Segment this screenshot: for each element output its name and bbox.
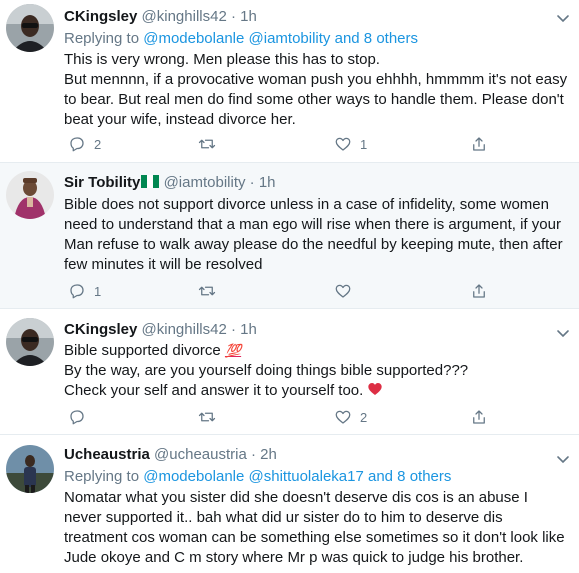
timestamp[interactable]: 1h	[240, 321, 257, 338]
retweet-icon	[198, 412, 216, 422]
avatar[interactable]	[6, 445, 54, 493]
display-name[interactable]: Sir Tobility	[64, 174, 140, 191]
tweet-text-line-1: Bible supported divorce	[64, 342, 221, 359]
reply-icon	[70, 410, 84, 425]
tweet-1[interactable]: CKingsley @kinghills42 · 1h Replying to …	[0, 0, 579, 163]
like-count: 1	[360, 136, 368, 152]
tweet-text: Bible supported divorce 💯 By the way, ar…	[64, 341, 569, 401]
like-button[interactable]: 2	[334, 407, 367, 427]
nigeria-flag-icon	[141, 175, 160, 188]
avatar[interactable]	[6, 171, 54, 219]
separator-dot: ·	[230, 8, 236, 25]
reply-button[interactable]: 2	[68, 134, 101, 154]
timestamp[interactable]: 1h	[240, 8, 257, 25]
tweet-text: Bible does not support divorce unless in…	[64, 195, 569, 275]
share-button[interactable]	[470, 407, 488, 427]
tweet-text-line-2: By the way, are you yourself doing thing…	[64, 362, 469, 379]
tweet-text-body: Nomatar what you sister did she doesn't …	[64, 489, 565, 566]
user-handle[interactable]: @kinghills42	[142, 321, 227, 338]
avatar[interactable]	[6, 4, 54, 52]
timestamp[interactable]: 1h	[259, 174, 276, 191]
like-count: 2	[360, 409, 368, 425]
red-heart-emoji	[368, 383, 383, 395]
display-name[interactable]: Ucheaustria	[64, 446, 150, 463]
tweet-2[interactable]: Sir Tobility @iamtobility · 1h Bible doe…	[0, 163, 579, 309]
replying-mentions[interactable]: @modebolanle @shittuolaleka17	[143, 468, 364, 485]
reply-button[interactable]: 1	[68, 281, 101, 301]
separator-dot: ·	[230, 321, 236, 338]
replying-others[interactable]: and 8 others	[368, 468, 451, 485]
share-icon	[473, 284, 485, 298]
tweet-text-line: This is very wrong. Men please this has …	[64, 51, 380, 68]
tweet-text-line: But mennnn, if a provocative woman push …	[64, 71, 568, 128]
retweet-icon	[198, 139, 216, 149]
reply-count: 2	[94, 136, 102, 152]
like-icon	[335, 410, 351, 424]
share-icon	[473, 137, 485, 151]
share-button[interactable]	[470, 134, 488, 154]
retweet-button[interactable]	[198, 281, 224, 301]
separator-dot: ·	[251, 446, 256, 463]
reply-icon	[70, 137, 84, 152]
hundred-points-emoji: 💯	[224, 343, 242, 358]
tweet-header: Sir Tobility @iamtobility · 1h	[64, 173, 569, 193]
retweet-button[interactable]	[198, 134, 224, 154]
separator-dot: ·	[249, 174, 255, 191]
display-name[interactable]: CKingsley	[64, 321, 137, 338]
timestamp[interactable]: 2h	[260, 446, 277, 463]
tweet-text: This is very wrong. Men please this has …	[64, 50, 569, 130]
replying-to: Replying to @modebolanle @shittuolaleka1…	[64, 467, 569, 487]
tweet-text-body: Bible does not support divorce unless in…	[64, 196, 563, 273]
retweet-icon	[198, 286, 216, 296]
tweet-4[interactable]: Ucheaustria @ucheaustria · 2h Replying t…	[0, 435, 579, 573]
user-handle[interactable]: @ucheaustria	[154, 446, 247, 463]
share-button[interactable]	[470, 281, 488, 301]
replying-prefix: Replying to	[64, 468, 140, 485]
replying-to: Replying to @modebolanle @iamtobility an…	[64, 29, 569, 49]
replying-prefix: Replying to	[64, 30, 140, 47]
tweet-header: CKingsley @kinghills42 · 1h	[64, 7, 569, 27]
tweet-header: CKingsley @kinghills42 · 1h	[64, 320, 569, 340]
user-handle[interactable]: @kinghills42	[142, 8, 227, 25]
tweet-text: Nomatar what you sister did she doesn't …	[64, 488, 569, 568]
reply-icon	[70, 284, 84, 299]
display-name[interactable]: CKingsley	[64, 8, 137, 25]
like-icon	[335, 137, 351, 151]
tweet-text-line: Check your self and answer it to yoursel…	[64, 381, 569, 401]
tweet-3[interactable]: CKingsley @kinghills42 · 1h Bible suppor…	[0, 309, 579, 435]
replying-mentions[interactable]: @modebolanle @iamtobility	[143, 30, 330, 47]
replying-others[interactable]: and 8 others	[335, 30, 418, 47]
retweet-button[interactable]	[198, 407, 224, 427]
like-button[interactable]	[334, 281, 360, 301]
user-handle[interactable]: @iamtobility	[164, 174, 246, 191]
like-icon	[335, 284, 351, 298]
reply-count: 1	[94, 283, 102, 299]
tweet-text-line: Bible supported divorce 💯	[64, 341, 569, 361]
reply-button[interactable]	[68, 407, 94, 427]
tweet-header: Ucheaustria @ucheaustria · 2h	[64, 445, 569, 465]
avatar[interactable]	[6, 318, 54, 366]
like-button[interactable]: 1	[334, 134, 367, 154]
share-icon	[473, 410, 485, 424]
tweet-text-line-3: Check your self and answer it to yoursel…	[64, 382, 364, 399]
